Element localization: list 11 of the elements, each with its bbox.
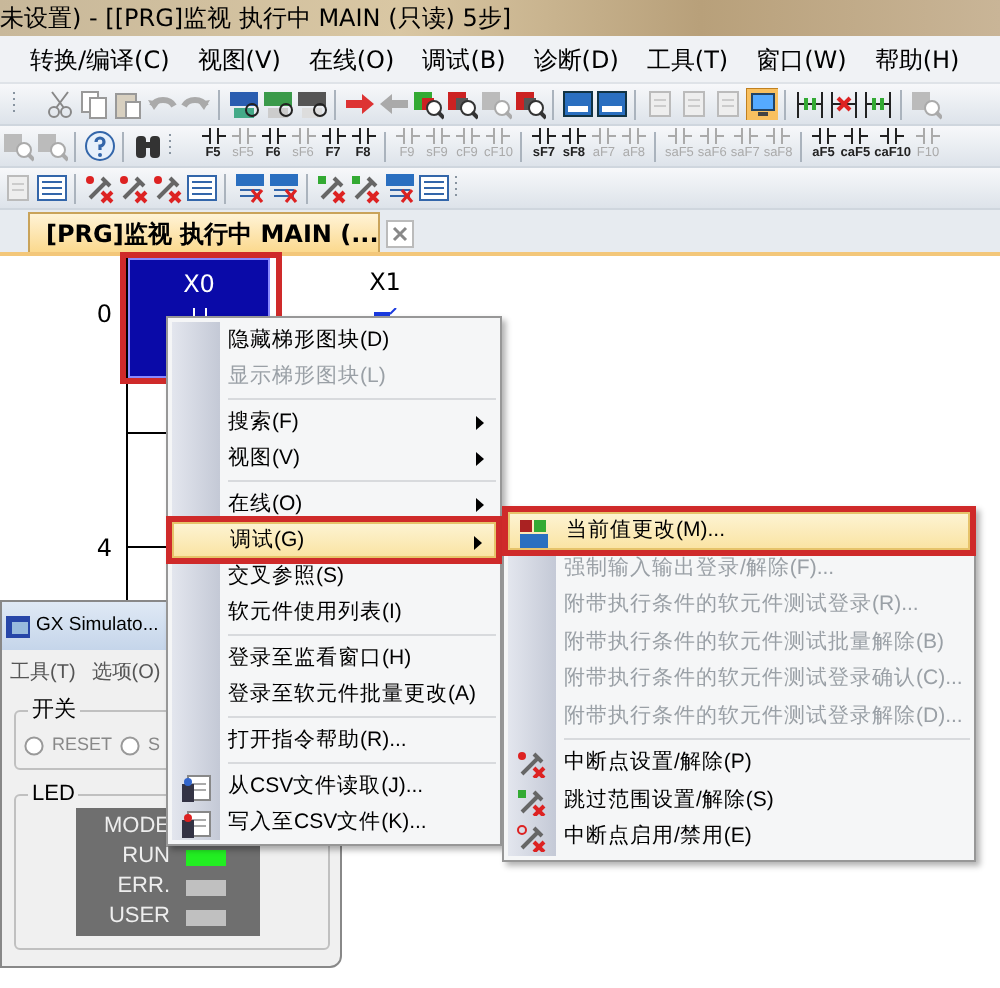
led-label: MODE <box>102 812 170 843</box>
step-number: 0 <box>94 298 112 332</box>
group-label: 开关 <box>28 696 80 724</box>
led-label: USER <box>106 902 170 933</box>
contact-label: X1 <box>367 266 403 298</box>
led-label: RUN <box>120 842 170 873</box>
window-title: 未设置) - [[PRG]监视 执行中 MAIN (只读) 5步] <box>0 0 1000 36</box>
led-label: ERR. <box>115 872 170 903</box>
window-title: GX Simulato... <box>36 611 159 640</box>
contact-label: X0 <box>181 268 217 300</box>
step-number: 4 <box>94 532 112 566</box>
